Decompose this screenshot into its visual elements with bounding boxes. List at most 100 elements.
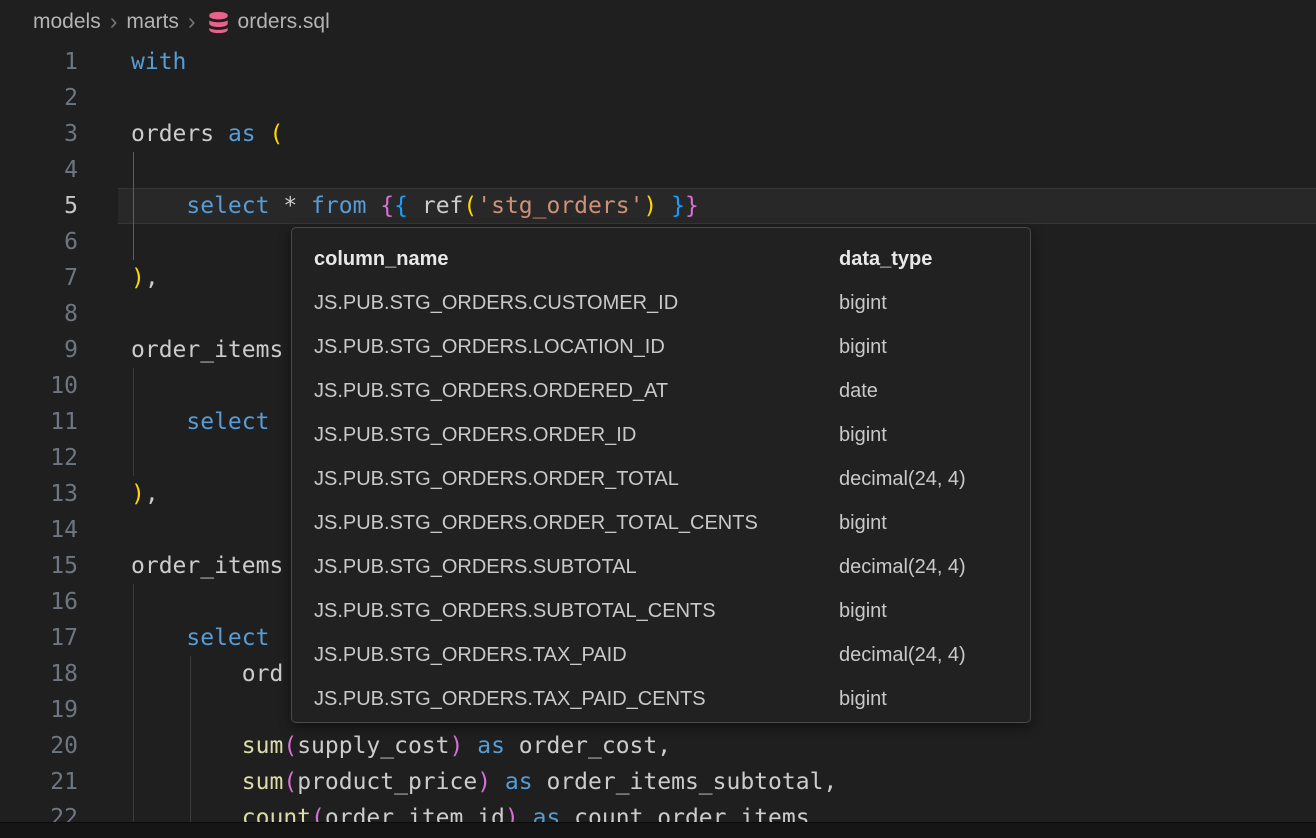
popup-header-column-name: column_name	[314, 248, 839, 271]
code-token: (	[283, 733, 297, 759]
code-line[interactable]: sum(supply_cost) as order_cost,	[131, 728, 671, 764]
line-number: 5	[0, 188, 78, 224]
code-token: ref	[408, 193, 463, 219]
database-icon	[206, 10, 231, 35]
code-token	[131, 769, 242, 795]
code-line[interactable]: order_items	[131, 548, 283, 584]
column-info-row: JS.PUB.STG_ORDERS.SUBTOTAL_CENTSbigint	[314, 589, 1030, 633]
code-line[interactable]: ),	[131, 260, 159, 296]
line-number: 4	[0, 152, 78, 188]
line-number: 13	[0, 476, 78, 512]
column-info-popup: column_name data_type JS.PUB.STG_ORDERS.…	[291, 227, 1031, 723]
code-token: select	[186, 409, 269, 435]
line-number: 18	[0, 656, 78, 692]
code-token: {	[380, 193, 394, 219]
column-info-row: JS.PUB.STG_ORDERS.LOCATION_IDbigint	[314, 325, 1030, 369]
column-info-row: JS.PUB.STG_ORDERS.ORDER_IDbigint	[314, 413, 1030, 457]
code-token	[256, 121, 270, 147]
code-token: ,	[145, 481, 159, 507]
column-info-row: JS.PUB.STG_ORDERS.CUSTOMER_IDbigint	[314, 281, 1030, 325]
breadcrumb-item-marts[interactable]: marts	[126, 10, 179, 34]
line-number: 8	[0, 296, 78, 332]
column-info-row: JS.PUB.STG_ORDERS.SUBTOTALdecimal(24, 4)	[314, 545, 1030, 589]
code-token: )	[477, 769, 491, 795]
code-token: (	[283, 769, 297, 795]
popup-header-data-type: data_type	[839, 248, 932, 271]
code-line[interactable]: sum(product_price) as order_items_subtot…	[131, 764, 837, 800]
data-type-cell: bigint	[839, 424, 887, 447]
code-token	[131, 733, 242, 759]
code-token: order_items_subtotal,	[533, 769, 838, 795]
code-token: )	[450, 733, 464, 759]
column-info-row: JS.PUB.STG_ORDERS.ORDER_TOTALdecimal(24,…	[314, 457, 1030, 501]
code-token: 'stg_orders'	[477, 193, 643, 219]
column-info-row: JS.PUB.STG_ORDERS.TAX_PAIDdecimal(24, 4)	[314, 633, 1030, 677]
code-line[interactable]: select * from {{ ref('stg_orders') }}	[131, 188, 699, 224]
line-number: 1	[0, 44, 78, 80]
chevron-right-icon: ›	[110, 10, 118, 33]
popup-rows: JS.PUB.STG_ORDERS.CUSTOMER_IDbigintJS.PU…	[314, 281, 1030, 721]
data-type-cell: decimal(24, 4)	[839, 468, 966, 491]
code-token: }	[671, 193, 685, 219]
code-token: )	[131, 265, 145, 291]
data-type-cell: bigint	[839, 292, 887, 315]
breadcrumb-item-file[interactable]: orders.sql	[238, 10, 330, 34]
column-info-row: JS.PUB.STG_ORDERS.TAX_PAID_CENTSbigint	[314, 677, 1030, 721]
code-token: sum	[242, 769, 284, 795]
code-token: }	[685, 193, 699, 219]
code-line[interactable]: with	[131, 44, 186, 80]
code-editor[interactable]: 12345678910111213141516171819202122 with…	[0, 44, 1316, 838]
code-line[interactable]: ),	[131, 476, 159, 512]
code-token: *	[269, 193, 311, 219]
line-number: 11	[0, 404, 78, 440]
editor-window: models › marts › orders.sql 123456789101…	[0, 0, 1316, 838]
code-token: as	[505, 769, 533, 795]
code-token: )	[643, 193, 657, 219]
code-token: select	[186, 625, 269, 651]
column-name-cell: JS.PUB.STG_ORDERS.TAX_PAID	[314, 644, 839, 667]
code-token	[131, 193, 186, 219]
line-number: 12	[0, 440, 78, 476]
code-token: with	[131, 49, 186, 75]
code-token: from	[311, 193, 366, 219]
code-token	[131, 409, 186, 435]
code-line[interactable]: ord	[131, 656, 283, 692]
line-number: 17	[0, 620, 78, 656]
code-token: sum	[242, 733, 284, 759]
code-token: (	[463, 193, 477, 219]
code-token: {	[394, 193, 408, 219]
column-name-cell: JS.PUB.STG_ORDERS.ORDER_TOTAL	[314, 468, 839, 491]
data-type-cell: bigint	[839, 600, 887, 623]
popup-header-row: column_name data_type	[314, 237, 1030, 281]
code-token: ord	[131, 661, 283, 687]
column-info-row: JS.PUB.STG_ORDERS.ORDER_TOTAL_CENTSbigin…	[314, 501, 1030, 545]
code-line[interactable]: select	[131, 620, 269, 656]
data-type-cell: date	[839, 380, 878, 403]
code-token: (	[270, 121, 284, 147]
code-token	[657, 193, 671, 219]
breadcrumb-item-models[interactable]: models	[33, 10, 101, 34]
code-line[interactable]: select	[131, 404, 269, 440]
line-number: 7	[0, 260, 78, 296]
code-token	[491, 769, 505, 795]
line-number: 10	[0, 368, 78, 404]
code-token: supply_cost	[297, 733, 449, 759]
line-number: 2	[0, 80, 78, 116]
code-line[interactable]: order_items	[131, 332, 283, 368]
column-name-cell: JS.PUB.STG_ORDERS.TAX_PAID_CENTS	[314, 688, 839, 711]
code-token	[366, 193, 380, 219]
line-number: 21	[0, 764, 78, 800]
bottom-panel-edge	[0, 822, 1316, 838]
code-token: orders	[131, 121, 228, 147]
code-token	[463, 733, 477, 759]
code-token: as	[228, 121, 256, 147]
code-line[interactable]: orders as (	[131, 116, 283, 152]
code-token	[131, 625, 186, 651]
line-number: 19	[0, 692, 78, 728]
line-number: 6	[0, 224, 78, 260]
data-type-cell: decimal(24, 4)	[839, 556, 966, 579]
code-token: order_cost,	[505, 733, 671, 759]
line-number: 14	[0, 512, 78, 548]
line-number: 20	[0, 728, 78, 764]
column-name-cell: JS.PUB.STG_ORDERS.SUBTOTAL	[314, 556, 839, 579]
